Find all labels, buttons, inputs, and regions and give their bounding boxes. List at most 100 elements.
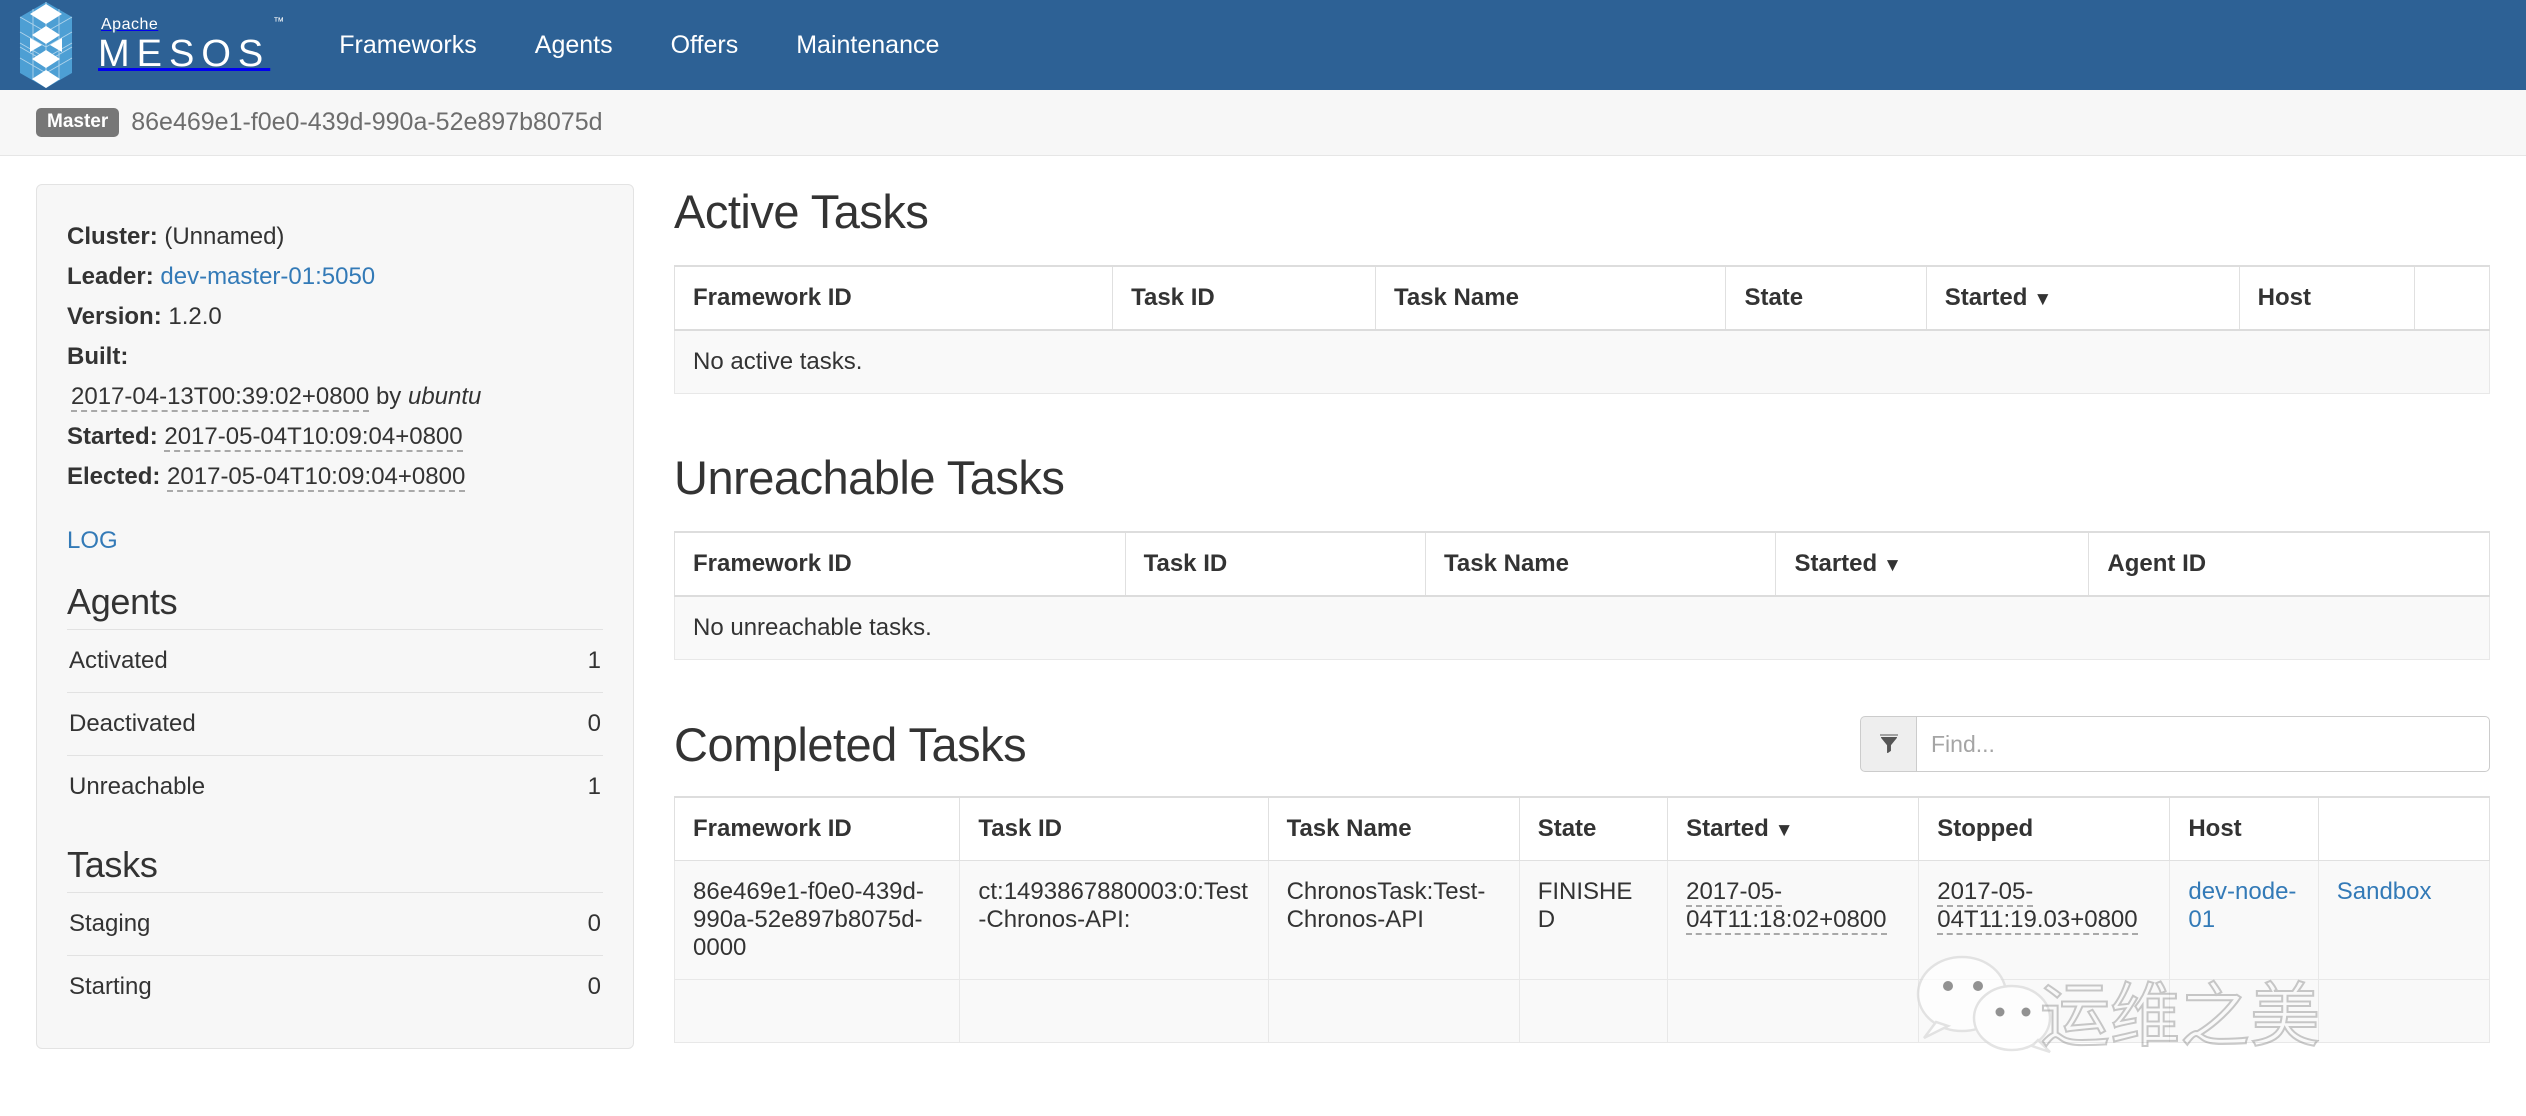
version-label: Version: — [67, 303, 162, 330]
col-task-id[interactable]: Task ID — [1112, 265, 1376, 331]
unreachable-tasks-title: Unreachable Tasks — [674, 451, 1065, 504]
agents-unreachable-value: 1 — [587, 773, 601, 800]
completed-tasks-header: Completed Tasks — [674, 716, 2490, 772]
nav-link-offers[interactable]: Offers — [642, 0, 768, 90]
col-framework-id[interactable]: Framework ID — [673, 265, 1114, 331]
table-row: Starting 0 — [67, 955, 603, 1019]
nav-link-frameworks[interactable]: Frameworks — [310, 0, 506, 90]
agents-deactivated-value: 0 — [587, 710, 601, 737]
active-tasks-empty-message: No active tasks. — [674, 329, 2490, 394]
col-framework-id[interactable]: Framework ID — [674, 531, 1126, 597]
col-task-name[interactable]: Task Name — [1267, 796, 1520, 861]
leader-label: Leader: — [67, 263, 154, 290]
trademark-icon: ™ — [273, 16, 285, 28]
built-label: Built: — [67, 343, 129, 370]
col-started[interactable]: Started ▼ — [1925, 265, 2240, 331]
started-row: Started: 2017-05-04T10:09:04+0800 — [67, 417, 603, 457]
table-row: Deactivated 0 — [67, 692, 603, 756]
cell-state — [1518, 979, 1669, 1043]
col-host[interactable]: Host — [2238, 265, 2415, 331]
cell-sandbox — [2317, 979, 2491, 1043]
agents-unreachable-label: Unreachable — [69, 773, 206, 800]
col-state[interactable]: State — [1518, 796, 1669, 861]
cluster-label: Cluster: — [67, 223, 158, 250]
elected-timestamp[interactable]: 2017-05-04T10:09:04+0800 — [167, 463, 466, 492]
host-link[interactable]: dev-node-01 — [2188, 878, 2296, 933]
cell-task-name — [1267, 979, 1520, 1043]
col-task-name[interactable]: Task Name — [1374, 265, 1727, 331]
active-tasks-table: Framework ID Task ID Task Name State Sta… — [673, 265, 2491, 394]
nav-link-agents[interactable]: Agents — [506, 0, 642, 90]
master-badge: Master — [36, 108, 120, 137]
cluster-value: (Unnamed) — [164, 223, 285, 250]
built-by-word: by — [375, 383, 402, 410]
completed-tasks-title: Completed Tasks — [674, 717, 1027, 771]
sort-desc-icon: ▼ — [1883, 555, 1902, 576]
stopped-timestamp[interactable]: 2017-05-04T11:19.03+0800 — [1937, 878, 2138, 935]
sandbox-link[interactable]: Sandbox — [2337, 878, 2432, 905]
table-row: Unreachable 1 — [67, 755, 603, 819]
table-row: Activated 1 — [67, 629, 603, 693]
table-header-row: Framework ID Task ID Task Name Started ▼ … — [674, 531, 2490, 597]
tasks-starting-label: Starting — [69, 973, 152, 1000]
brand-mesos-label: MESOS — [98, 33, 271, 75]
cell-stopped — [1918, 979, 2171, 1043]
master-id-text: 86e469e1-f0e0-439d-990a-52e897b8075d — [131, 108, 603, 136]
brand-mesos-text: MESOS ™ — [98, 17, 284, 75]
agents-stats-table: Activated 1 Deactivated 0 Unreachable 1 — [67, 629, 603, 818]
col-host[interactable]: Host — [2169, 796, 2319, 861]
cell-framework-id: 86e469e1-f0e0-439d-990a-52e897b8075d-000… — [673, 860, 961, 980]
main-content: Active Tasks Framework ID Task ID Task N… — [634, 184, 2491, 1049]
cluster-row: Cluster: (Unnamed) — [67, 217, 603, 257]
primary-nav: Frameworks Agents Offers Maintenance — [310, 0, 968, 90]
cell-host: dev-node-01 — [2169, 860, 2319, 980]
completed-tasks-table: Framework ID Task ID Task Name State Sta… — [673, 796, 2491, 1043]
built-timestamp[interactable]: 2017-04-13T00:39:02+0800 — [71, 383, 370, 412]
table-header-row: Framework ID Task ID Task Name State Sta… — [673, 265, 2491, 331]
col-started-label: Started — [1686, 815, 1769, 842]
table-row: Staging 0 — [67, 892, 603, 956]
brand-home-link[interactable]: Apache MESOS ™ — [10, 0, 310, 90]
col-state[interactable]: State — [1725, 265, 1927, 331]
search-input[interactable] — [1916, 716, 2490, 772]
cell-host — [2169, 979, 2319, 1043]
completed-tasks-filter — [1860, 716, 2490, 772]
nav-link-maintenance[interactable]: Maintenance — [767, 0, 968, 90]
agents-activated-value: 1 — [587, 647, 601, 674]
col-task-id[interactable]: Task ID — [1124, 531, 1427, 597]
tasks-staging-label: Staging — [69, 910, 151, 937]
funnel-icon[interactable] — [1860, 716, 1916, 772]
brand-apache-text: Apache — [101, 16, 159, 33]
unreachable-tasks-empty-message: No unreachable tasks. — [674, 595, 2490, 660]
col-actions — [2413, 265, 2491, 331]
col-framework-id[interactable]: Framework ID — [673, 796, 961, 861]
brand-wordmark: Apache MESOS ™ — [98, 16, 284, 75]
col-task-id[interactable]: Task ID — [959, 796, 1269, 861]
leader-link[interactable]: dev-master-01:5050 — [160, 263, 375, 290]
cell-task-id — [959, 979, 1269, 1043]
col-started-label: Started — [1944, 284, 2028, 311]
col-task-name[interactable]: Task Name — [1425, 531, 1777, 597]
agents-section-title: Agents — [67, 581, 178, 622]
table-row — [673, 979, 2491, 1043]
unreachable-tasks-table: Framework ID Task ID Task Name Started ▼ … — [674, 531, 2490, 660]
log-link[interactable]: LOG — [67, 527, 603, 555]
started-timestamp[interactable]: 2017-05-04T10:09:04+0800 — [164, 423, 463, 452]
col-started[interactable]: Started ▼ — [1775, 531, 2090, 597]
col-agent-id[interactable]: Agent ID — [2088, 531, 2490, 597]
table-row: No unreachable tasks. — [674, 595, 2490, 660]
built-row: Built: 2017-04-13T00:39:02+0800 by ubunt… — [67, 337, 603, 417]
col-stopped[interactable]: Stopped — [1918, 796, 2171, 861]
cluster-info-panel: Cluster: (Unnamed) Leader: dev-master-01… — [36, 184, 634, 1049]
elected-row: Elected: 2017-05-04T10:09:04+0800 — [67, 457, 603, 497]
sort-desc-icon: ▼ — [1774, 820, 1794, 841]
mesos-logo-icon — [10, 0, 82, 90]
started-timestamp[interactable]: 2017-05-04T11:18:02+0800 — [1686, 878, 1887, 935]
cell-sandbox: Sandbox — [2317, 860, 2491, 980]
col-started[interactable]: Started ▼ — [1667, 796, 1920, 861]
col-started-label: Started — [1794, 550, 1878, 577]
version-row: Version: 1.2.0 — [67, 297, 603, 337]
table-row: No active tasks. — [674, 329, 2490, 394]
